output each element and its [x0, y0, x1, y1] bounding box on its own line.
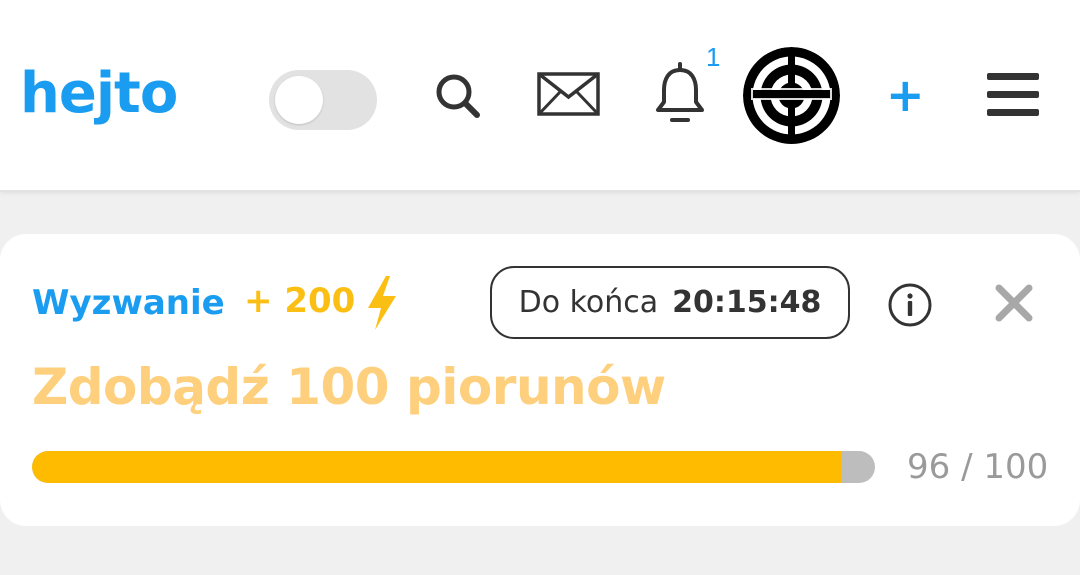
bell-icon — [656, 62, 704, 122]
notifications-button[interactable] — [652, 60, 708, 130]
menu-button[interactable] — [985, 70, 1041, 120]
lightning-bolt-icon — [368, 276, 396, 330]
toggle-knob — [275, 76, 323, 124]
envelope-icon — [537, 72, 600, 116]
progress-bar — [32, 451, 875, 483]
close-button[interactable] — [993, 282, 1035, 324]
info-button[interactable] — [886, 281, 934, 329]
add-post-button[interactable]: + — [886, 70, 925, 120]
hejto-logo[interactable]: hejto — [20, 58, 178, 130]
search-icon — [436, 74, 480, 118]
timer-value: 20:15:48 — [672, 285, 822, 320]
close-icon — [995, 284, 1033, 322]
hamburger-menu-icon — [987, 73, 1039, 116]
info-icon — [888, 283, 932, 327]
progress-fill — [32, 451, 842, 483]
challenge-label: Wyzwanie — [32, 283, 225, 323]
target-avatar-icon — [743, 47, 840, 144]
theme-toggle[interactable] — [269, 70, 377, 130]
notification-count-badge: 1 — [706, 42, 721, 72]
top-navigation-bar: hejto 1 + — [0, 0, 1080, 192]
challenge-title: Zdobądź 100 piorunów — [32, 358, 666, 416]
challenge-points: + 200 — [244, 281, 356, 321]
user-avatar[interactable] — [743, 47, 840, 144]
timer-label: Do końca — [518, 285, 659, 320]
messages-button[interactable] — [536, 70, 602, 120]
search-button[interactable] — [433, 70, 483, 122]
progress-count: 96 / 100 — [907, 447, 1049, 487]
countdown-timer: Do końca 20:15:48 — [490, 266, 850, 339]
